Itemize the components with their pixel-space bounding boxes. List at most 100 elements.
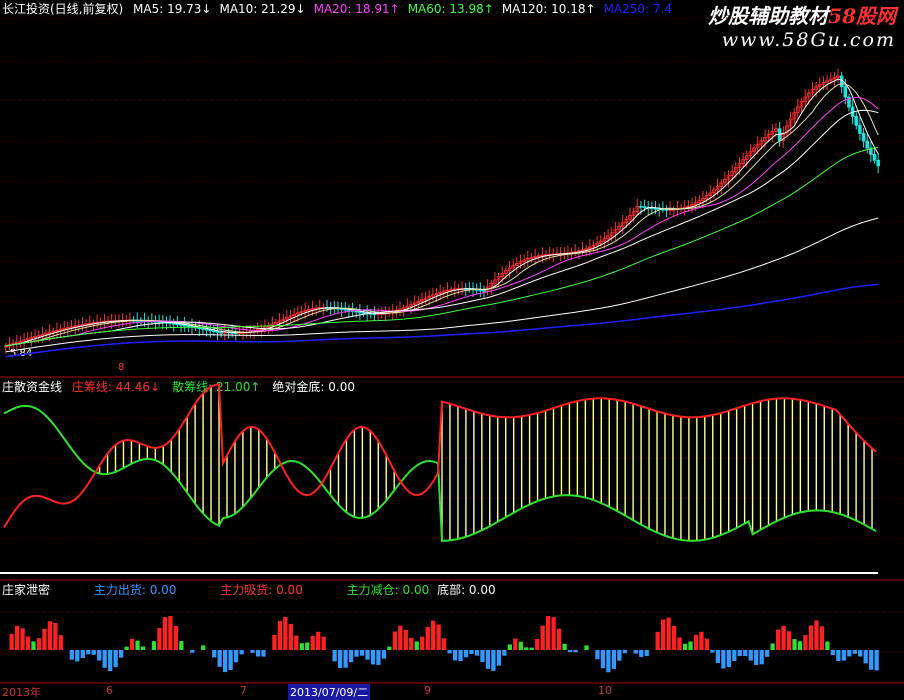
flow-bar [726,650,731,667]
time-axis-label: 6 [106,684,113,697]
flow-bar [765,650,770,657]
flow-bar [507,644,512,650]
candle-body [212,330,216,333]
flow-bar [808,625,814,650]
flow-bar [25,636,31,650]
flow-bar [179,641,184,650]
flow-bar [496,650,502,666]
time-axis: 2013年 6 7 2013/07/09/二 9 10 [0,684,904,700]
candle-body [858,124,862,134]
flow-bar [869,650,874,670]
flow-bar [223,650,228,673]
flow-bar [288,623,293,650]
candle-body [361,312,366,314]
flow-bar [228,650,233,670]
flow-bar [201,645,206,650]
flow-bar [272,634,277,650]
flow-bar [354,650,359,657]
flow-bar [529,647,534,650]
flow-bar [31,641,36,650]
flow-bar [173,626,178,650]
flow-bar [140,646,146,650]
flow-bar [803,635,808,650]
flow-bar [677,637,682,650]
flow-bar [474,650,480,656]
flow-bar [655,631,660,650]
flow-bar [540,625,545,650]
flow-bar [47,621,53,650]
time-axis-label: 2013年 [2,686,41,699]
flow-bar [381,650,387,659]
flow-bar [825,641,830,650]
flow-bar [337,650,343,669]
flow-bar [639,650,644,657]
flow-bar [250,650,255,653]
flow-bar [710,650,715,653]
flow-bar [14,625,20,650]
ma60-line [5,146,879,347]
candle-body [354,310,359,313]
candle-body [219,331,223,334]
flow-bar [644,650,649,656]
flow-bar [436,624,441,650]
flow-bar [781,625,786,650]
flow-bar [398,625,403,650]
flow-bar [442,638,447,650]
candle-body [215,331,220,333]
flow-bar [118,650,124,658]
flow-bar [376,650,381,665]
flow-bar [671,625,677,650]
flow-bar [151,641,157,650]
flow-bar [217,650,222,667]
flow-bar [754,650,759,666]
flow-bar [233,650,239,663]
candle-body [358,311,362,314]
flow-bar [425,627,430,650]
flow-bar [348,650,354,663]
flow-bar [737,650,742,657]
flow-bar [403,629,408,650]
candle-body [482,289,486,292]
candle-body [186,325,191,327]
flow-bar [97,650,102,661]
flow-bar [786,631,792,650]
candle-body [653,207,658,210]
ma120-line [5,217,879,353]
flow-bar [546,616,551,650]
flow-bar [721,650,726,669]
flow-bar [168,616,173,650]
flow-bar [682,643,688,650]
flow-bar [775,629,781,650]
flow-bar [387,646,392,650]
flow-bar [732,650,737,662]
flow-bar [617,650,622,661]
flow-bar [469,650,474,654]
candle-body [639,205,643,208]
flow-bar [567,650,573,653]
flow-bar [283,617,288,650]
flow-bar [584,645,589,650]
flow-bar [239,650,244,655]
flow-bar [294,635,299,650]
flow-bar [715,650,721,664]
flow-bar [699,631,704,650]
flow-bar [633,650,638,654]
flow-bar [316,631,321,650]
flow-bar [157,628,162,650]
flow-bar [797,641,803,650]
flow-bar [792,639,797,650]
flow-bar [310,636,315,650]
flow-bar [770,643,775,650]
chart-canvas[interactable] [0,0,904,694]
flow-bar [535,638,540,650]
flow-bar [190,650,195,653]
flow-bar [129,638,135,650]
flow-bar [748,650,753,661]
flow-bar [431,620,436,650]
flow-bar [447,650,452,654]
flow-bar [524,647,529,650]
flow-bar [688,641,693,650]
flow-bar [841,650,846,661]
flow-bar [562,643,567,650]
flow-bar [847,650,852,657]
